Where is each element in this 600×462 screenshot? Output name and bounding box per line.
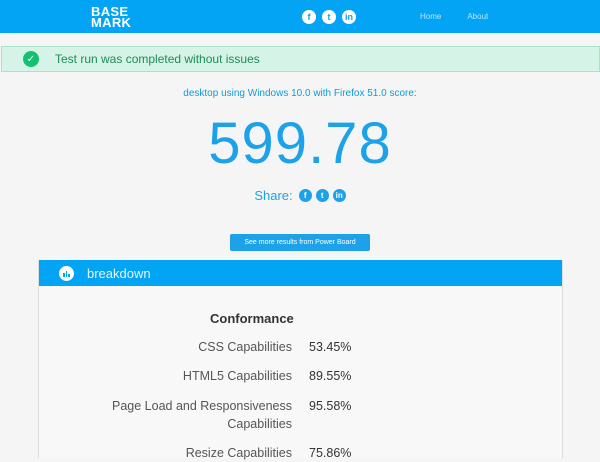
result-value-pageload: 95.58% [309, 399, 352, 413]
result-value-html5: 89.55% [309, 369, 352, 383]
result-label-css: CSS Capabilities [198, 340, 292, 354]
conformance-results: CSS Capabilities 53.45% HTML5 Capabiliti… [0, 0, 600, 460]
result-label-pageload-line1: Page Load and Responsiveness [112, 399, 292, 413]
result-value-css: 53.45% [309, 340, 352, 354]
result-label-resize: Resize Capabilities [185, 446, 292, 460]
result-label-pageload-line2: Capabilities [227, 417, 292, 431]
result-value-resize: 75.86% [309, 446, 352, 460]
result-label-html5: HTML5 Capabilities [182, 369, 292, 383]
